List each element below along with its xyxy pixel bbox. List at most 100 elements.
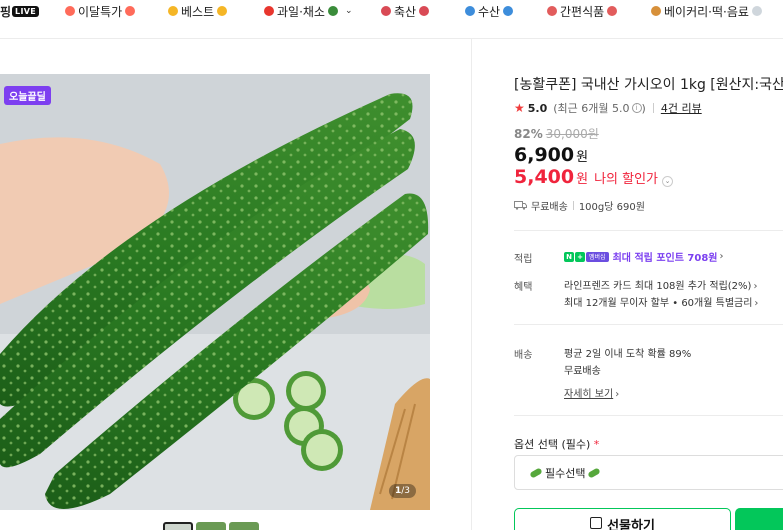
max-points: 최대 적립 포인트 708원: [612, 253, 718, 264]
chevron-down-icon: ⌄: [344, 6, 353, 16]
rating-score: 5.0: [527, 101, 548, 115]
chevron-right-icon: ›: [615, 389, 620, 400]
card-benefit-text: 라인프렌즈 카드 최대 108원 추가 적립(2%): [564, 281, 752, 292]
alarm-clock-icon: [65, 6, 75, 16]
category-nav: 핑 LIVE 이달특가 베스트 과일·채소 ⌄ 축산 수산 간편식품 베이커리·…: [0, 0, 783, 39]
sale-price-unit: 원: [576, 150, 589, 165]
thumbnail-3[interactable]: [229, 522, 259, 530]
meat-icon: [419, 6, 430, 16]
image-counter: 1/3: [388, 484, 416, 498]
cup-icon: [751, 6, 762, 16]
option-label-text: 옵션 선택 (필수): [514, 438, 591, 451]
nav-item-fruit-vegetable[interactable]: 과일·채소 ⌄: [261, 0, 353, 22]
cucumber-photo: [0, 74, 430, 510]
nav-item-best[interactable]: 베스트: [165, 0, 230, 22]
nav-item-label: 축산: [394, 4, 417, 19]
chevron-down-icon[interactable]: ⌄: [662, 176, 674, 187]
chevron-right-icon: ›: [754, 298, 759, 309]
star-icon: ★: [514, 101, 525, 115]
option-label: 옵션 선택 (필수) *: [514, 436, 599, 452]
shipping-fee: 무료배송: [531, 202, 568, 213]
bowl-icon: [547, 6, 557, 16]
buy-button[interactable]: [735, 508, 783, 530]
gift-button[interactable]: 선물하기: [514, 508, 731, 530]
thumbnail-2[interactable]: [196, 522, 226, 530]
section-divider: [514, 415, 783, 416]
original-price: 30,000원: [545, 127, 599, 141]
cucumber-icon: [587, 466, 602, 479]
gift-icon: [590, 517, 603, 529]
nav-item-label: 수산: [478, 4, 501, 19]
nav-item-bakery[interactable]: 베이커리·떡·음료: [648, 0, 765, 22]
nav-item-label: 간편식품: [560, 4, 605, 19]
nav-item-seafood[interactable]: 수산: [462, 0, 516, 22]
thumbs-up-icon: [168, 6, 178, 16]
my-price-row[interactable]: 5,400 원 나의 할인가 ⌄: [514, 166, 674, 188]
truck-icon: [514, 201, 527, 210]
pretzel-icon: [651, 6, 661, 16]
broccoli-icon: [327, 6, 338, 16]
rating-row: ★ 5.0 (최근 6개월 5.0 i ) 4건 리뷰: [514, 100, 702, 116]
unit-price: 100g당 690원: [578, 202, 645, 213]
info-icon[interactable]: i: [631, 103, 642, 113]
nav-item-live[interactable]: 핑 LIVE: [0, 0, 39, 22]
nav-item-monthly-deal[interactable]: 이달특가: [62, 0, 138, 22]
fish-icon: [503, 6, 514, 16]
option-select-value: 필수선택: [545, 466, 586, 480]
installment-text: 최대 12개월 무이자 할부 • 60개월 특별금리: [564, 298, 753, 309]
delivery-detail-text: 자세히 보기: [564, 389, 614, 400]
benefit-line-1[interactable]: 라인프렌즈 카드 최대 108원 추가 적립(2%) ›: [564, 277, 757, 292]
delivery-estimate: 평균 2일 이내 도착 확률 89%: [564, 349, 692, 360]
option-select[interactable]: 필수선택: [514, 455, 783, 490]
benefit-label: 혜택: [514, 282, 533, 293]
product-image[interactable]: 오늘끝딜 1/3: [0, 74, 430, 510]
my-price: 5,400: [514, 166, 575, 188]
today-deal-badge: 오늘끝딜: [4, 86, 51, 105]
sale-price: 6,900: [514, 144, 575, 166]
thumbs-up-icon: [217, 6, 228, 16]
delivery-detail-link[interactable]: 자세히 보기 ›: [564, 385, 619, 400]
panel-divider: [471, 39, 472, 530]
image-counter-total: /3: [401, 486, 410, 496]
rating-paren: ): [641, 101, 646, 115]
live-badge: LIVE: [12, 5, 39, 17]
plus-icon: +: [575, 251, 585, 262]
product-title: [농활쿠폰] 국내산 가시오이 1kg [원산지:국산]: [514, 77, 783, 93]
nav-item-label: 과일·채소: [277, 4, 325, 19]
required-mark: *: [593, 438, 600, 451]
nav-item-meat[interactable]: 축산: [378, 0, 432, 22]
section-divider: [514, 324, 783, 325]
nav-item-label: 베이커리·떡·음료: [664, 4, 749, 19]
points-label: 적립: [514, 254, 533, 265]
shipping-row: 무료배송 100g당 690원: [514, 198, 645, 213]
nav-item-label: 베스트: [181, 4, 215, 19]
nav-item-label: 이달특가: [78, 4, 123, 19]
my-price-label: 나의 할인가: [594, 172, 659, 187]
nav-live-label: 핑: [0, 4, 12, 19]
membership-tag: 멤버십: [586, 251, 609, 262]
apple-icon: [264, 6, 274, 16]
chevron-right-icon: ›: [719, 251, 724, 262]
gift-button-label: 선물하기: [607, 519, 655, 530]
bowl-icon: [607, 6, 618, 16]
section-divider: [514, 230, 783, 231]
nav-item-convenience-food[interactable]: 간편식품: [544, 0, 620, 22]
benefit-line-2[interactable]: 최대 12개월 무이자 할부 • 60개월 특별금리 ›: [564, 294, 758, 309]
cucumber-icon: [529, 466, 543, 479]
points-row[interactable]: N + 멤버십 최대 적립 포인트 708원 ›: [564, 249, 723, 264]
review-count-link[interactable]: 4건 리뷰: [661, 100, 702, 116]
discount-row: 82% 30,000원: [514, 125, 599, 142]
delivery-label: 배송: [514, 350, 533, 361]
thumbnail-strip: [163, 522, 259, 530]
discount-rate: 82%: [514, 126, 543, 141]
delivery-fee: 무료배송: [564, 366, 601, 377]
thumbnail-1[interactable]: [163, 522, 193, 530]
rating-separator: [652, 103, 654, 113]
chevron-right-icon: ›: [753, 281, 758, 292]
naver-n-logo: N: [564, 251, 574, 262]
naver-membership-badge: N + 멤버십: [564, 251, 609, 262]
meat-icon: [381, 6, 391, 16]
fish-icon: [465, 6, 475, 16]
my-price-unit: 원: [576, 172, 589, 187]
rating-recent: (최근 6개월 5.0: [553, 102, 630, 115]
